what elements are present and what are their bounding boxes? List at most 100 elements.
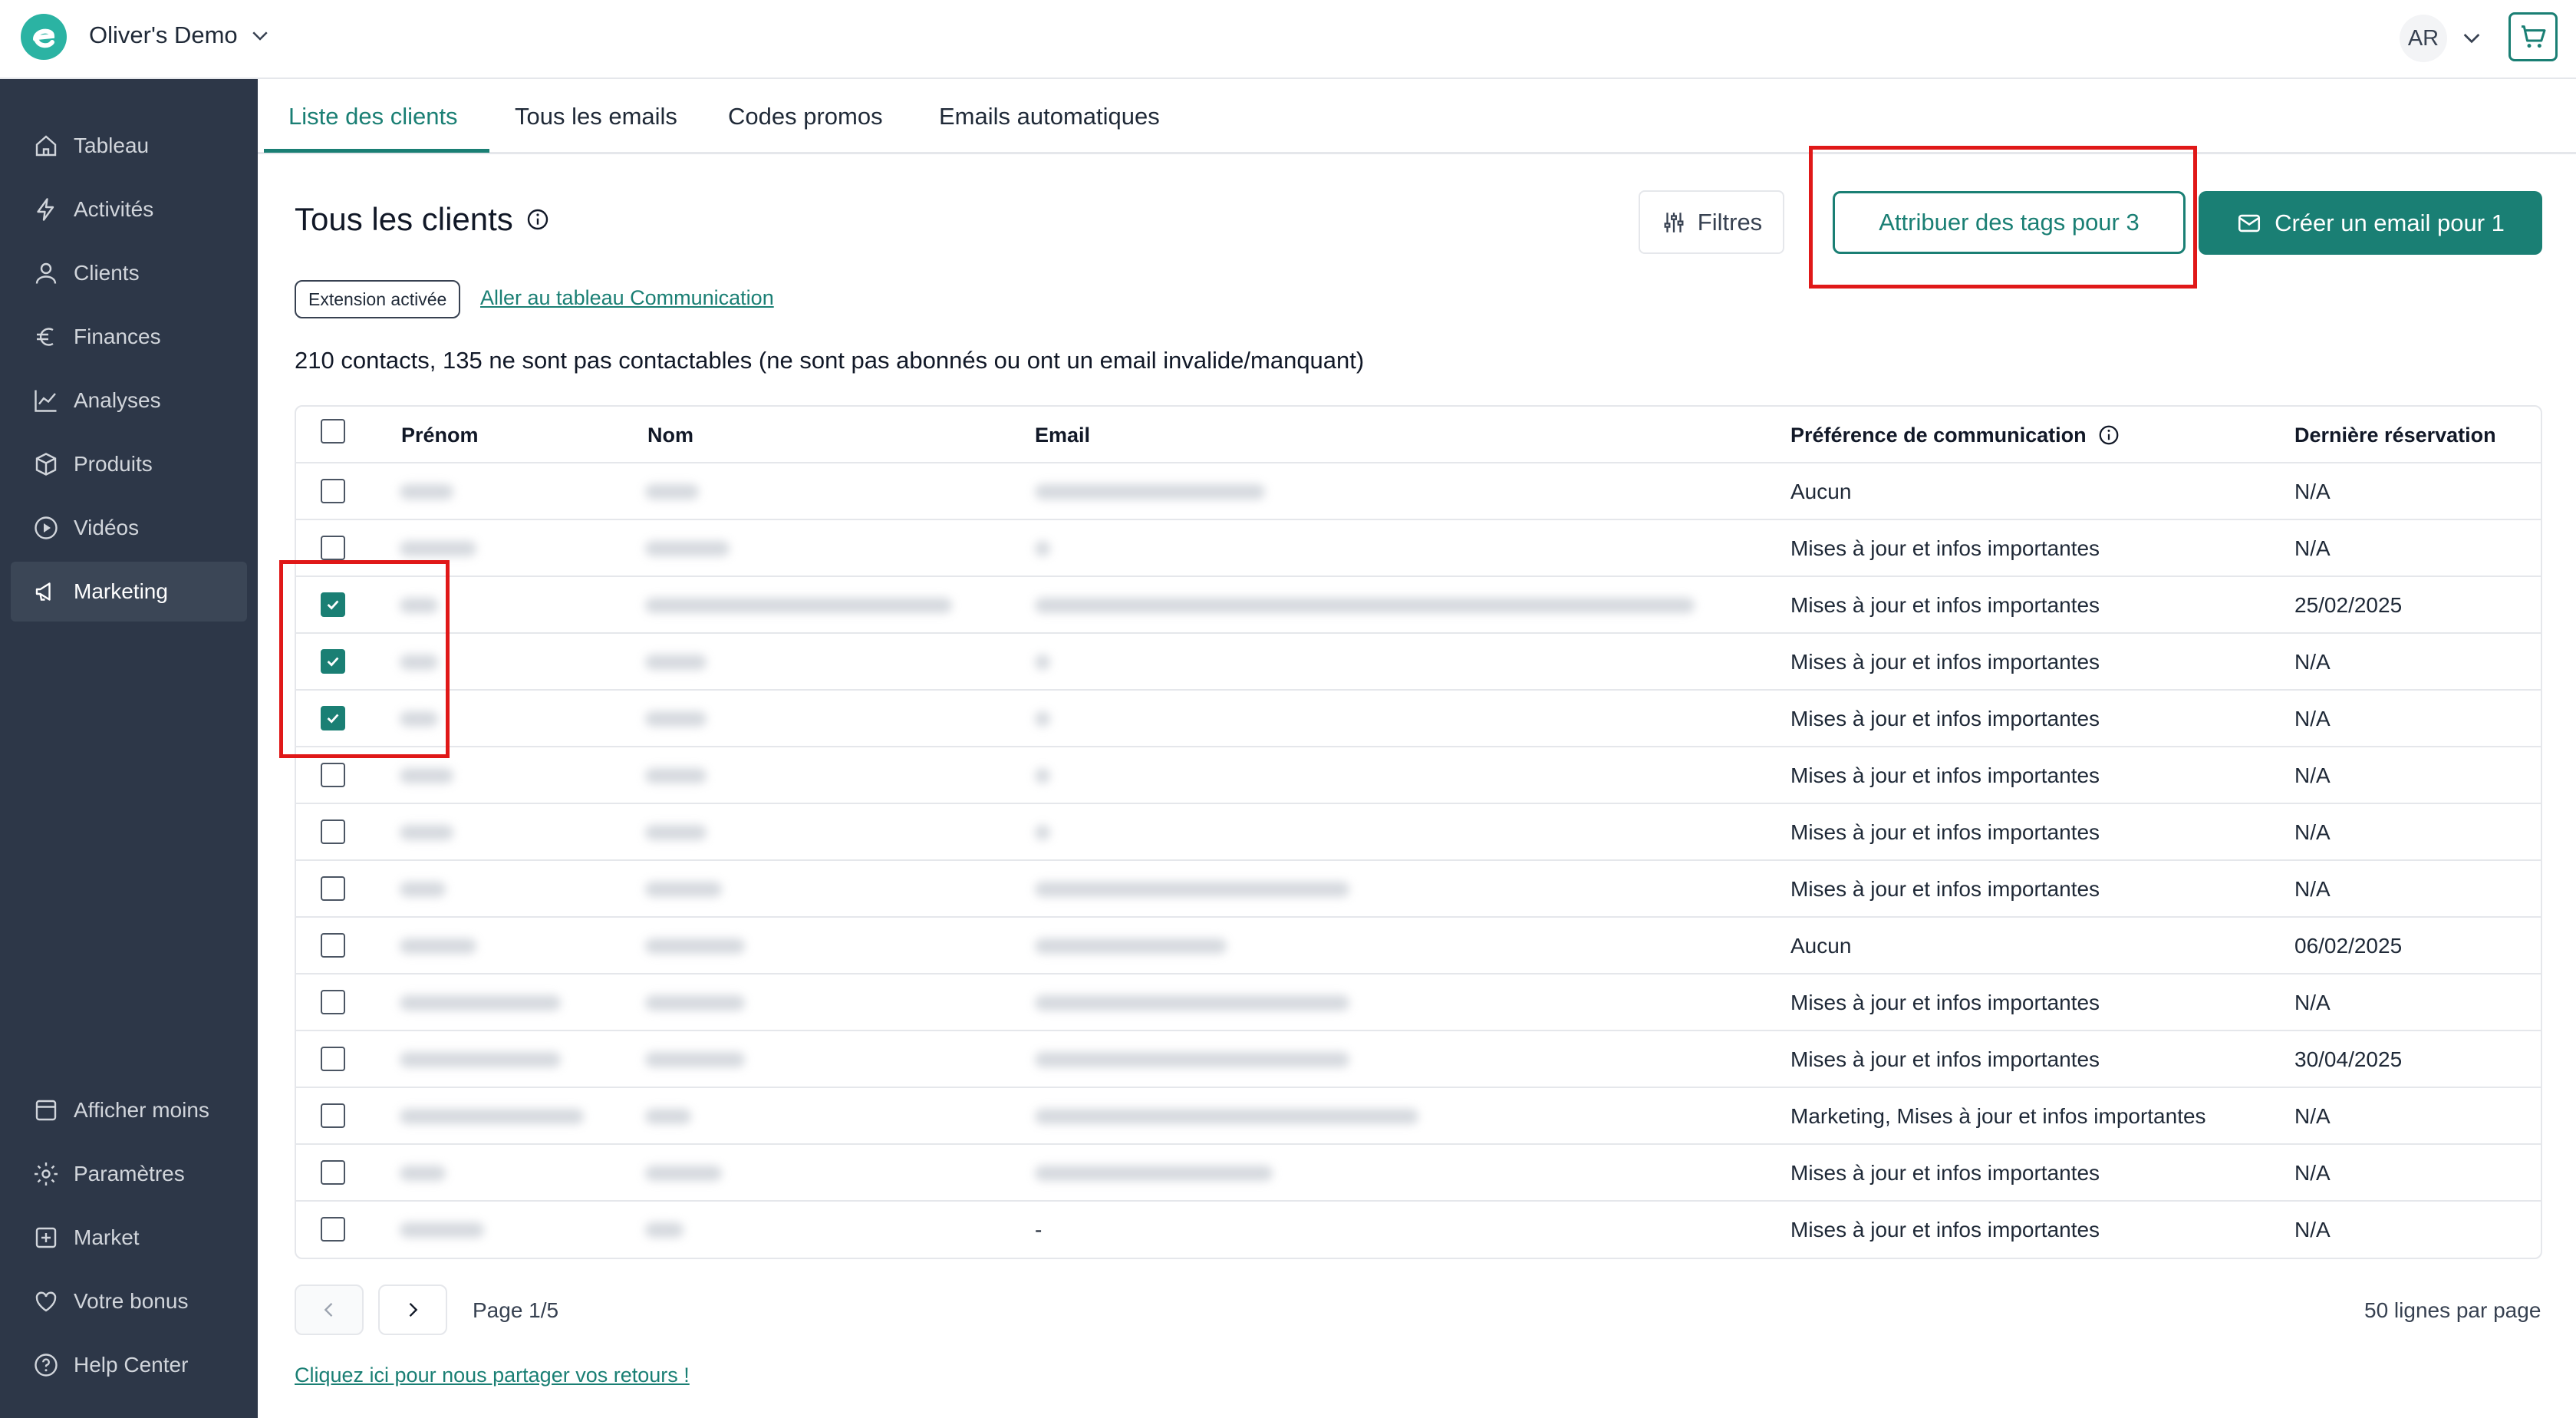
redacted-email bbox=[1035, 768, 1050, 783]
table-row[interactable]: Aucun N/A bbox=[296, 463, 2541, 520]
redacted-email bbox=[1035, 655, 1050, 670]
redacted-email bbox=[1035, 1109, 1418, 1124]
row-checkbox[interactable] bbox=[321, 763, 345, 787]
sidebar-item-tableau[interactable]: Tableau bbox=[11, 116, 247, 176]
sidebar-item-videos[interactable]: Vidéos bbox=[11, 498, 247, 558]
panel-icon bbox=[35, 1100, 57, 1121]
top-bar: Oliver's Demo AR bbox=[0, 0, 2576, 79]
tab-tous-les-emails[interactable]: Tous les emails bbox=[515, 79, 677, 154]
redacted-last-name bbox=[645, 1052, 745, 1067]
info-icon[interactable] bbox=[2097, 424, 2120, 447]
row-checkbox[interactable] bbox=[321, 1217, 345, 1242]
sidebar-item-finances[interactable]: Finances bbox=[11, 307, 247, 367]
page-indicator: Page 1/5 bbox=[473, 1298, 559, 1322]
row-checkbox[interactable] bbox=[321, 536, 345, 560]
sidebar-item-parametres[interactable]: Paramètres bbox=[11, 1144, 247, 1204]
table-row[interactable]: Mises à jour et infos importantes N/A bbox=[296, 691, 2541, 747]
row-checkbox[interactable] bbox=[321, 990, 345, 1014]
cell-last-booking: 25/02/2025 bbox=[2294, 593, 2403, 617]
row-checkbox[interactable] bbox=[321, 1047, 345, 1071]
tab-codes-promos[interactable]: Codes promos bbox=[728, 79, 883, 154]
column-header-nom[interactable]: Nom bbox=[647, 407, 693, 463]
redacted-last-name bbox=[645, 1109, 691, 1124]
column-header-email[interactable]: Email bbox=[1035, 407, 1090, 463]
redacted-last-name bbox=[645, 598, 952, 613]
table-row[interactable]: Aucun 06/02/2025 bbox=[296, 918, 2541, 974]
redacted-last-name bbox=[645, 825, 707, 840]
table-row[interactable]: Marketing, Mises à jour et infos importa… bbox=[296, 1088, 2541, 1145]
cell-last-booking: N/A bbox=[2294, 820, 2331, 844]
select-all-checkbox[interactable] bbox=[321, 419, 345, 444]
sidebar-item-market[interactable]: Market bbox=[11, 1208, 247, 1268]
cell-last-booking: N/A bbox=[2294, 707, 2331, 730]
sidebar-item-label: Afficher moins bbox=[74, 1098, 209, 1122]
cell-preference: Aucun bbox=[1790, 480, 1852, 503]
table-row[interactable]: Mises à jour et infos importantes N/A bbox=[296, 861, 2541, 918]
sidebar-item-produits[interactable]: Produits bbox=[11, 434, 247, 494]
sidebar-item-analyses[interactable]: Analyses bbox=[11, 371, 247, 430]
play-icon bbox=[35, 516, 58, 539]
redacted-last-name bbox=[645, 655, 707, 670]
table-row[interactable]: Mises à jour et infos importantes 25/02/2… bbox=[296, 577, 2541, 634]
tab-liste-des-clients[interactable]: Liste des clients bbox=[288, 79, 458, 154]
rows-per-page[interactable]: 50 lignes par page bbox=[2364, 1298, 2541, 1323]
sidebar-item-votre-bonus[interactable]: Votre bonus bbox=[11, 1271, 247, 1331]
info-icon[interactable] bbox=[525, 207, 550, 232]
table-row[interactable]: Mises à jour et infos importantes N/A bbox=[296, 1145, 2541, 1202]
filters-label: Filtres bbox=[1697, 208, 1763, 236]
redacted-first-name bbox=[400, 1166, 446, 1181]
table-row[interactable]: Mises à jour et infos importantes 30/04/2… bbox=[296, 1031, 2541, 1088]
table-row[interactable]: Mises à jour et infos importantes N/A bbox=[296, 974, 2541, 1031]
chevron-down-icon[interactable] bbox=[2459, 25, 2484, 50]
row-checkbox[interactable] bbox=[321, 1160, 345, 1185]
cart-button[interactable] bbox=[2508, 12, 2558, 61]
extension-badge: Extension activée bbox=[295, 280, 461, 318]
column-header-prenom[interactable]: Prénom bbox=[401, 407, 479, 463]
feedback-link[interactable]: Cliquez ici pour nous partager vos retou… bbox=[295, 1364, 690, 1387]
avatar[interactable]: AR bbox=[2400, 15, 2447, 62]
sidebar-item-help-center[interactable]: Help Center bbox=[11, 1335, 247, 1395]
gear-icon bbox=[35, 1162, 58, 1186]
sidebar-item-label: Vidéos bbox=[74, 516, 140, 539]
row-checkbox[interactable] bbox=[321, 479, 345, 503]
cell-preference: Mises à jour et infos importantes bbox=[1790, 877, 2100, 901]
prev-page-button[interactable] bbox=[295, 1284, 364, 1335]
org-name: Oliver's Demo bbox=[89, 21, 238, 48]
sliders-icon bbox=[1664, 212, 1684, 232]
column-header-preference[interactable]: Préférence de communication bbox=[1790, 407, 2120, 463]
create-email-button[interactable]: Créer un email pour 1 bbox=[2199, 191, 2542, 255]
next-page-button[interactable] bbox=[378, 1284, 447, 1335]
communication-link[interactable]: Aller au tableau Communication bbox=[480, 286, 774, 310]
cell-preference: Mises à jour et infos importantes bbox=[1790, 1161, 2100, 1185]
redacted-email bbox=[1035, 711, 1050, 727]
table-row[interactable]: Mises à jour et infos importantes N/A bbox=[296, 804, 2541, 861]
sidebar-item-label: Tableau bbox=[74, 134, 150, 157]
table-row[interactable]: Mises à jour et infos importantes N/A bbox=[296, 634, 2541, 691]
table-row[interactable]: - Mises à jour et infos importantes N/A bbox=[296, 1202, 2541, 1258]
sidebar-item-clients[interactable]: Clients bbox=[11, 243, 247, 303]
user-icon bbox=[35, 262, 57, 284]
cell-last-booking: N/A bbox=[2294, 991, 2331, 1014]
table-row[interactable]: Mises à jour et infos importantes N/A bbox=[296, 520, 2541, 577]
redacted-email bbox=[1035, 598, 1695, 613]
sidebar-item-marketing[interactable]: Marketing bbox=[11, 562, 247, 622]
cell-last-booking: 06/02/2025 bbox=[2294, 934, 2403, 958]
sidebar-item-activites[interactable]: Activités bbox=[11, 180, 247, 239]
chevron-left-icon bbox=[324, 1303, 333, 1317]
row-checkbox[interactable] bbox=[321, 933, 345, 958]
filters-button[interactable]: Filtres bbox=[1639, 190, 1784, 254]
cell-preference: Aucun bbox=[1790, 934, 1852, 958]
heart-icon bbox=[35, 1291, 57, 1312]
org-switcher[interactable]: Oliver's Demo bbox=[89, 21, 272, 49]
highlight-box-checkboxes bbox=[279, 560, 450, 758]
redacted-last-name bbox=[645, 995, 745, 1011]
row-checkbox[interactable] bbox=[321, 819, 345, 844]
row-checkbox[interactable] bbox=[321, 1103, 345, 1128]
app-logo[interactable] bbox=[20, 13, 68, 61]
sidebar-item-afficher-moins[interactable]: Afficher moins bbox=[11, 1080, 247, 1140]
highlight-box-tags bbox=[1809, 146, 2197, 289]
row-checkbox[interactable] bbox=[321, 876, 345, 901]
tab-emails-automatiques[interactable]: Emails automatiques bbox=[939, 79, 1160, 154]
column-header-derniere-reservation[interactable]: Dernière réservation bbox=[2294, 407, 2496, 463]
table-row[interactable]: Mises à jour et infos importantes N/A bbox=[296, 747, 2541, 804]
